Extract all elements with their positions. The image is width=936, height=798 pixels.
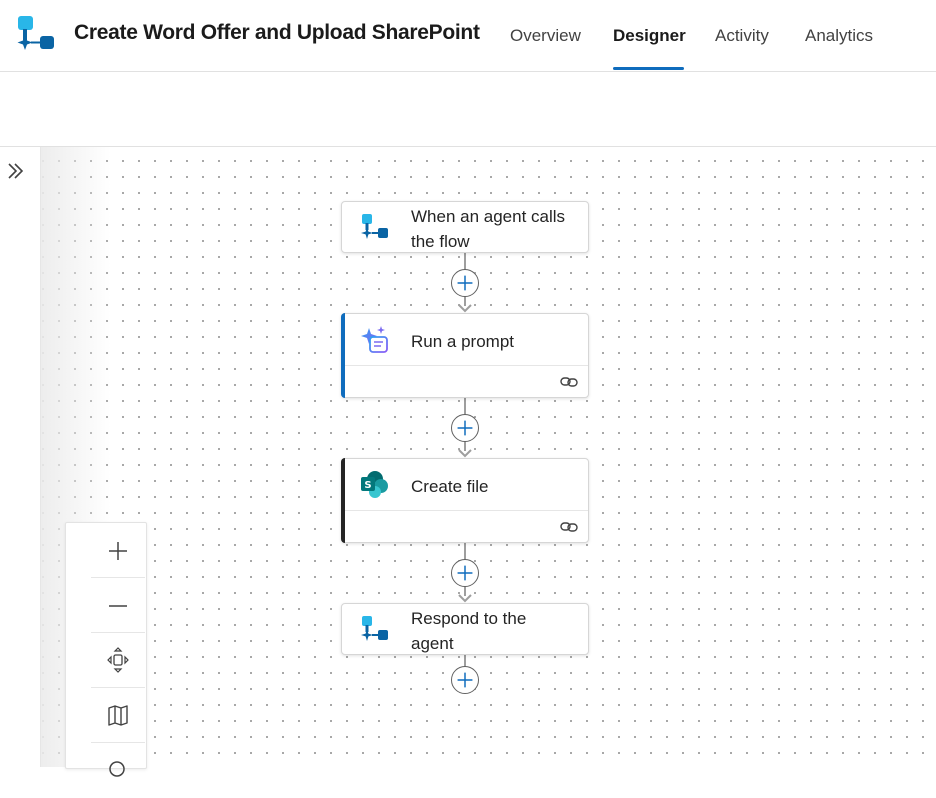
active-tab-indicator	[613, 67, 684, 70]
canvas-controls	[65, 522, 147, 777]
node-title: Create file	[411, 477, 489, 496]
node-accent-bar	[341, 313, 345, 398]
tab-activity[interactable]: Activity	[715, 26, 769, 46]
add-step-button[interactable]	[451, 269, 479, 297]
arrow-down-icon	[458, 449, 472, 458]
minimap-icon[interactable]	[91, 688, 145, 743]
node-divider	[345, 510, 588, 511]
node-accent-bar	[341, 458, 345, 543]
link-icon[interactable]	[560, 375, 578, 389]
agent-flow-icon	[361, 214, 388, 239]
node-title-line: Respond to the	[411, 609, 527, 628]
arrow-down-icon	[458, 594, 472, 603]
add-step-button[interactable]	[451, 666, 479, 694]
node-title-line: the flow	[411, 232, 470, 251]
tab-designer[interactable]: Designer	[613, 26, 686, 46]
expand-panel-icon[interactable]	[5, 160, 25, 182]
tab-overview[interactable]: Overview	[510, 26, 581, 46]
node-title-line: When an agent calls	[411, 207, 566, 226]
node-title-line: agent	[411, 634, 454, 653]
link-icon[interactable]	[560, 520, 578, 534]
node-divider	[345, 365, 588, 366]
flow-title: Create Word Offer and Upload SharePoint	[74, 21, 480, 44]
search-icon[interactable]	[91, 743, 145, 798]
flow-node-run-prompt[interactable]: Run a prompt	[341, 313, 589, 398]
designer-toolbar	[0, 72, 936, 147]
app-header: Create Word Offer and Upload SharePoint …	[0, 0, 936, 72]
flow-node-respond[interactable]: Respond to the agent	[341, 603, 589, 655]
add-step-button[interactable]	[451, 414, 479, 442]
zoom-out-icon[interactable]	[91, 578, 145, 633]
svg-text:S: S	[364, 480, 371, 491]
agent-flow-icon	[361, 616, 388, 641]
tab-analytics[interactable]: Analytics	[805, 26, 873, 46]
fit-view-icon[interactable]	[91, 633, 145, 688]
node-title: Run a prompt	[411, 332, 514, 351]
arrow-down-icon	[458, 304, 472, 313]
ai-prompt-icon	[361, 326, 388, 353]
power-automate-flow-icon	[17, 16, 54, 50]
flow-node-trigger[interactable]: When an agent calls the flow	[341, 201, 589, 253]
sharepoint-icon: S	[361, 471, 388, 498]
flow-node-create-file[interactable]: S Create file	[341, 458, 589, 543]
add-step-button[interactable]	[451, 559, 479, 587]
side-panel	[0, 147, 41, 767]
zoom-in-icon[interactable]	[91, 523, 145, 578]
